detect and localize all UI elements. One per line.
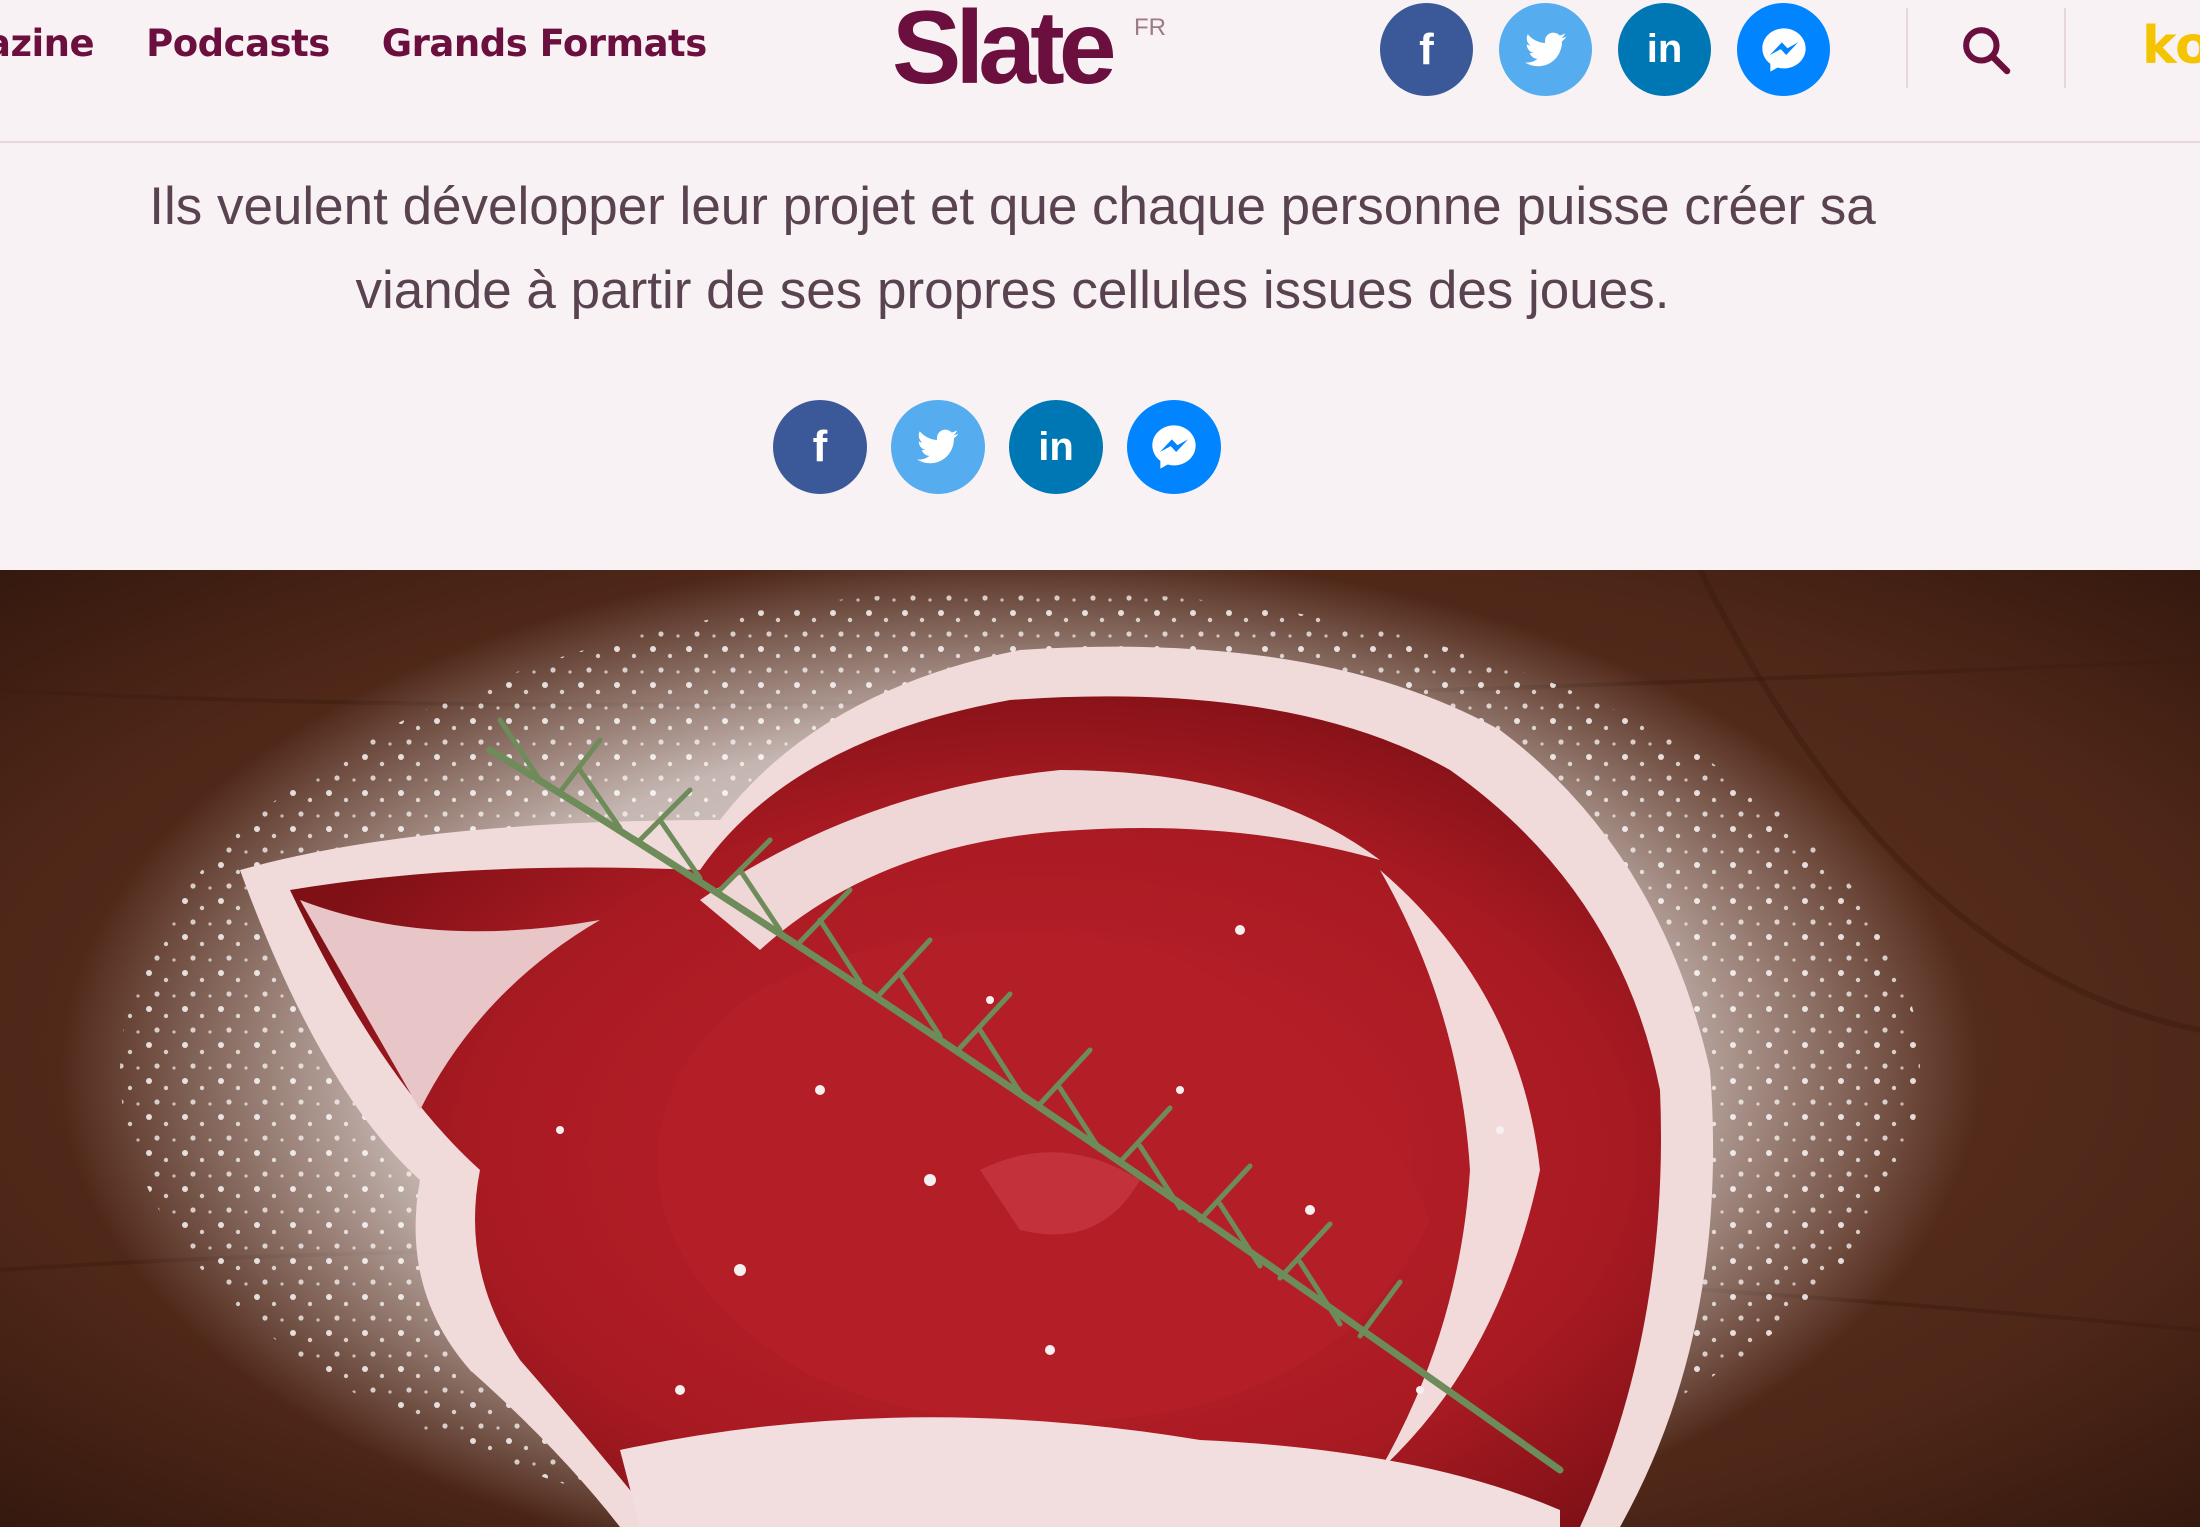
header-share-buttons: f in xyxy=(1380,3,1830,96)
page: azine Podcasts Grands Formats Slate FR f… xyxy=(0,0,2200,1527)
article-hero-image xyxy=(0,570,2200,1527)
nav-item-grands-formats[interactable]: Grands Formats xyxy=(382,22,708,65)
chapo-line-1: Ils veulent développer leur projet et qu… xyxy=(149,177,1876,236)
linkedin-share-button[interactable]: in xyxy=(1009,400,1103,494)
twitter-bird-icon xyxy=(917,429,959,464)
article-chapo: Ils veulent développer leur projet et qu… xyxy=(30,165,1995,333)
facebook-share-button[interactable]: f xyxy=(1380,3,1473,96)
messenger-icon xyxy=(1761,27,1806,72)
facebook-icon: f xyxy=(1419,24,1434,74)
main-nav: azine Podcasts Grands Formats xyxy=(0,22,707,65)
site-header: azine Podcasts Grands Formats Slate FR f… xyxy=(0,0,2200,143)
messenger-share-button[interactable] xyxy=(1127,400,1221,494)
linkedin-icon: in xyxy=(1646,27,1683,71)
search-icon xyxy=(1963,27,2011,75)
kiosk-link[interactable]: ko xyxy=(2142,16,2200,76)
raw-steak-photo xyxy=(0,570,2200,1527)
header-divider xyxy=(1906,8,1908,88)
nav-item-magazine[interactable]: azine xyxy=(0,22,95,65)
header-divider xyxy=(2064,8,2066,88)
twitter-bird-icon xyxy=(1524,32,1566,66)
nav-item-podcasts[interactable]: Podcasts xyxy=(146,22,330,65)
facebook-icon: f xyxy=(812,422,828,471)
messenger-icon xyxy=(1152,425,1196,469)
twitter-share-button[interactable] xyxy=(891,400,985,494)
messenger-share-button[interactable] xyxy=(1737,3,1830,96)
article-share-buttons: f in xyxy=(773,400,1221,494)
facebook-share-button[interactable]: f xyxy=(773,400,867,494)
linkedin-icon: in xyxy=(1038,424,1074,469)
search-button[interactable] xyxy=(1958,22,2014,82)
twitter-share-button[interactable] xyxy=(1499,3,1592,96)
slate-logo[interactable]: Slate xyxy=(892,0,1117,100)
linkedin-share-button[interactable]: in xyxy=(1618,3,1711,96)
logo-region-label: FR xyxy=(1134,14,1166,41)
chapo-line-2: viande à partir de ses propres cellules … xyxy=(355,261,1670,320)
